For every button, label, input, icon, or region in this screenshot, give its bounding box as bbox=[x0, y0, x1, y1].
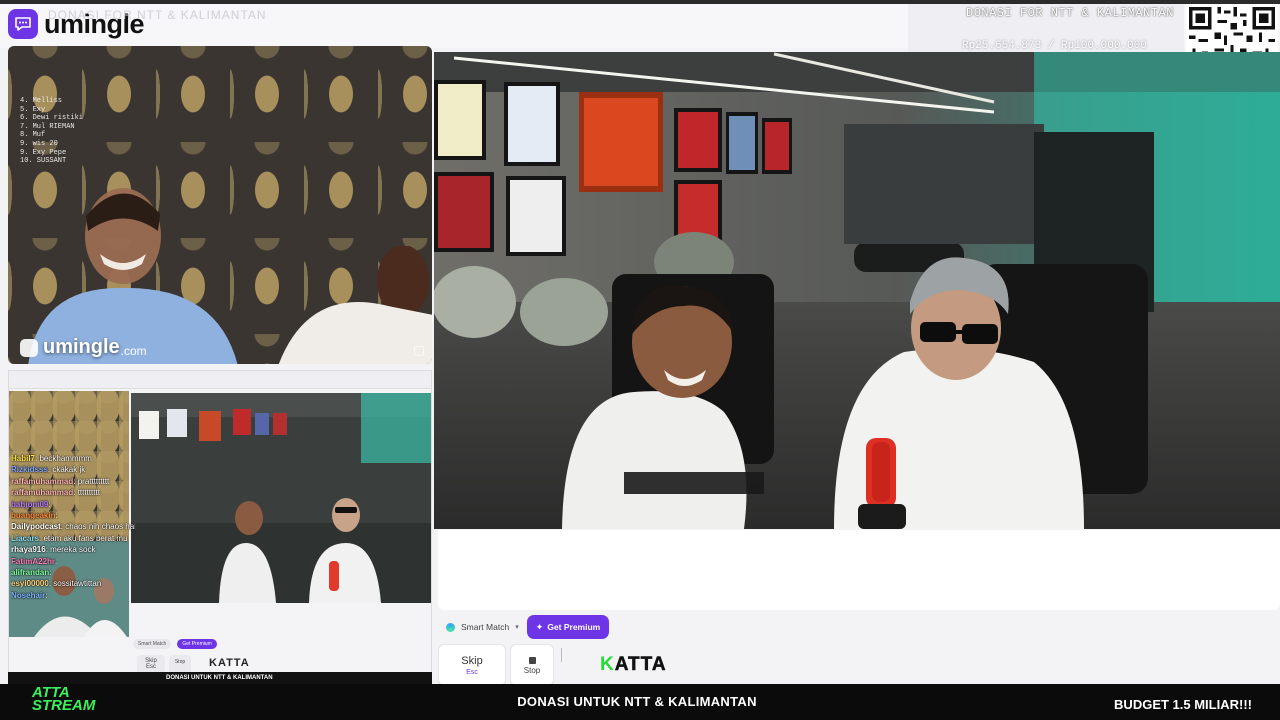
chat-bubble-icon bbox=[20, 338, 38, 357]
mini-top-bar bbox=[9, 371, 431, 389]
chat-bubble-icon bbox=[8, 9, 38, 39]
chat-message: esyi00000: sossitawtittan bbox=[11, 579, 102, 589]
smart-match-dropdown[interactable]: Smart Match ▾ bbox=[438, 616, 527, 638]
smart-match-label: Smart Match bbox=[461, 622, 510, 632]
stop-button[interactable]: Stop bbox=[510, 644, 554, 686]
umingle-watermark: umingle .com bbox=[20, 336, 147, 359]
footer-donation-text: DONASI UNTUK NTT & KALIMANTAN bbox=[517, 694, 757, 709]
stop-label: Stop bbox=[523, 666, 541, 675]
stop-icon bbox=[528, 657, 536, 664]
chat-message: FatimA22hr: bbox=[11, 556, 58, 566]
message-area[interactable] bbox=[438, 530, 1280, 610]
ghost-overlay-title: DONASI FOR NTT & KALIMANTAN bbox=[48, 8, 267, 22]
mini-toolbar: Smart Match Get Premium bbox=[133, 639, 217, 649]
stream-preview: Habil7: beckhammmm Rizkidsss: ckakak jk … bbox=[8, 370, 432, 682]
chat-message: Dailypodcast: chaos nih chaos haha bbox=[11, 522, 135, 532]
skip-button[interactable]: Skip Esc bbox=[438, 644, 506, 686]
mini-katta-logo: KATTA bbox=[209, 657, 250, 669]
chat-message: Nosehair: bbox=[11, 590, 48, 600]
globe-icon bbox=[446, 622, 455, 632]
donation-amount: Rp25.654.873 / Rp100.000.000 bbox=[962, 40, 1147, 52]
chat-message: rhaya916: mereka sock bbox=[11, 545, 96, 555]
chat-message: buangeakin: bbox=[11, 511, 58, 521]
get-premium-button[interactable]: ✦ Get Premium bbox=[527, 615, 609, 639]
katta-logo: KATTA bbox=[600, 654, 667, 676]
mini-main-video bbox=[131, 393, 431, 603]
chat-message: Liacars: etam aku fans berat mu bbox=[11, 533, 128, 543]
chat-message: alifrandan: bbox=[11, 568, 52, 578]
chat-message: Habil7: beckhammmm bbox=[11, 454, 92, 463]
chat-overlay: Habil7: beckhammmm Rizkidsss: ckakak jk … bbox=[9, 453, 137, 681]
mini-banner-text: DONASI UNTUK NTT & KALIMANTAN bbox=[166, 675, 273, 681]
second-person bbox=[278, 246, 432, 364]
chat-message: raffamuhammad: prattttttttt bbox=[11, 476, 110, 486]
leaderboard-overlay: 4. Melliss 5. Exy 6. Dewi ristiki 7. Mul RI… bbox=[20, 97, 84, 166]
chat-message: raffamuhammad: tttttttttt bbox=[11, 488, 100, 498]
footer-budget-text: BUDGET 1.5 MILIAR!!! bbox=[1114, 697, 1252, 712]
chevron-down-icon: ▾ bbox=[515, 624, 519, 631]
donation-title: DONASI FOR NTT & KALIMANTAN bbox=[966, 6, 1174, 20]
sparkle-icon: ✦ bbox=[535, 621, 544, 632]
main-video bbox=[434, 52, 1280, 529]
skip-label: Skip bbox=[461, 655, 483, 667]
stranger-video: 4. Melliss 5. Exy 6. Dewi ristiki 7. Mul RI… bbox=[8, 46, 432, 364]
report-flag-icon[interactable] bbox=[414, 346, 424, 356]
get-premium-label: Get Premium bbox=[547, 622, 601, 632]
divider bbox=[561, 648, 562, 662]
chat-message: bahjoni09: bbox=[11, 499, 51, 509]
chat-message: Rizkidsss: ckakak jk bbox=[11, 465, 86, 475]
mini-premium: Get Premium bbox=[177, 639, 217, 649]
chat-controls: Smart Match ▾ ✦ Get Premium Skip Esc Sto… bbox=[434, 530, 1280, 686]
mini-smart-match: Smart Match bbox=[133, 639, 172, 649]
skip-shortcut: Esc bbox=[466, 669, 478, 676]
